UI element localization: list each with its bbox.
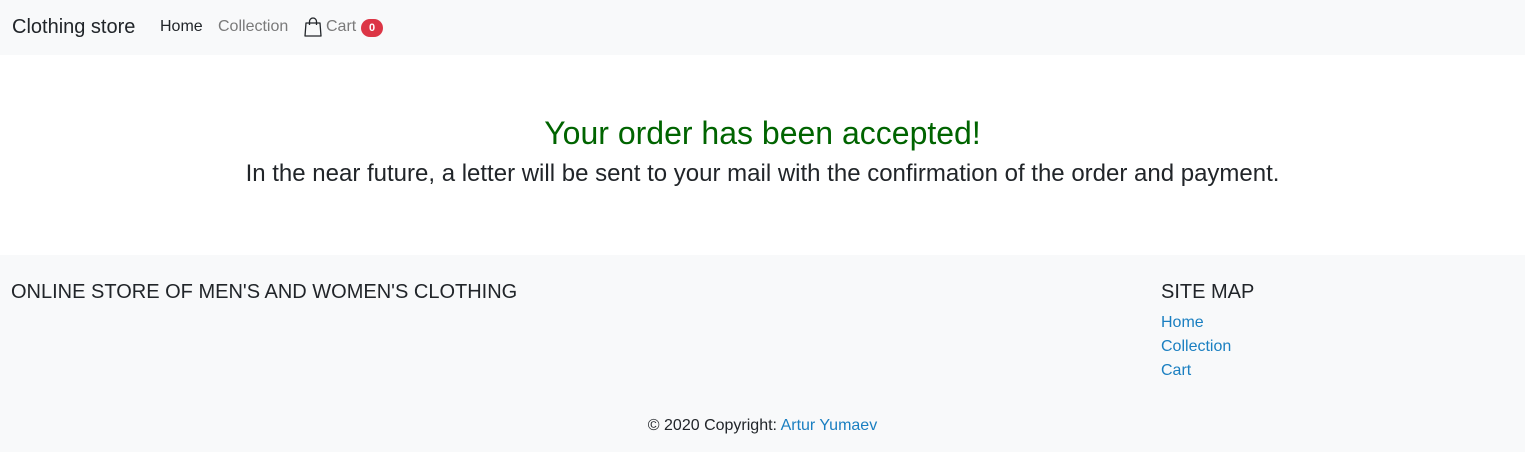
nav-home-link[interactable]: Home [160,17,203,37]
sitemap-home-link[interactable]: Home [1161,314,1204,331]
copyright: © 2020 Copyright: Artur Yumaev [0,416,1525,436]
nav-cart-label: Cart [326,18,357,35]
shopping-bag-icon [304,17,322,37]
sitemap-list: Home Collection Cart [1161,311,1231,383]
list-item: Cart [1161,359,1231,383]
footer: ONLINE STORE OF MEN'S AND WOMEN'S CLOTHI… [0,255,1525,452]
footer-store-heading: ONLINE STORE OF MEN'S AND WOMEN'S CLOTHI… [11,281,518,303]
order-confirmation: Your order has been accepted! In the nea… [0,55,1525,255]
sitemap-cart-link[interactable]: Cart [1161,362,1191,379]
list-item: Home [1161,311,1231,335]
nav-collection-link[interactable]: Collection [218,17,288,37]
list-item: Collection [1161,335,1231,359]
cart-count-badge: 0 [361,19,383,37]
brand-link[interactable]: Clothing store [12,14,135,40]
footer-sitemap-heading: SITE MAP [1161,281,1255,303]
copyright-text: © 2020 Copyright: [647,417,777,434]
confirmation-message: In the near future, a letter will be sen… [245,160,1280,187]
sitemap-collection-link[interactable]: Collection [1161,338,1231,355]
page-title: Your order has been accepted! [544,115,981,151]
navbar: Clothing store Home Collection Cart 0 [0,0,1525,55]
nav-cart-link[interactable]: Cart [304,17,356,37]
copyright-author-link[interactable]: Artur Yumaev [781,417,878,434]
